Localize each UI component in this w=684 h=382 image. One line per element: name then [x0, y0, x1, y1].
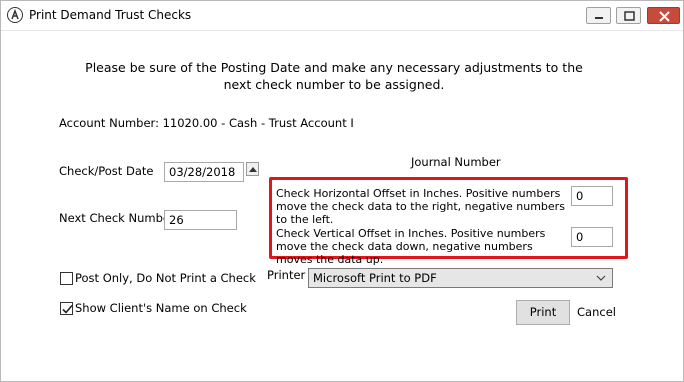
maximize-button[interactable]	[616, 7, 641, 24]
horizontal-offset-input[interactable]: 0	[571, 186, 613, 206]
maximize-icon	[624, 11, 635, 21]
printer-label: Printer	[267, 268, 306, 282]
window-title: Print Demand Trust Checks	[29, 8, 192, 22]
print-demand-trust-checks-dialog: Print Demand Trust Checks Please be sure…	[0, 0, 684, 382]
next-check-number-label: Next Check Number:	[59, 211, 179, 225]
cancel-button[interactable]: Cancel	[577, 305, 616, 319]
show-client-name-checkbox[interactable]	[60, 302, 73, 315]
post-only-label: Post Only, Do Not Print a Check	[75, 271, 256, 285]
horizontal-offset-label: Check Horizontal Offset in Inches. Posit…	[276, 187, 565, 226]
print-button[interactable]: Print	[516, 300, 570, 325]
check-post-date-label: Check/Post Date	[59, 164, 154, 178]
checkmark-icon	[62, 304, 73, 314]
printer-selected-value: Microsoft Print to PDF	[313, 271, 437, 285]
chevron-up-icon	[249, 167, 257, 172]
vertical-offset-label: Check Vertical Offset in Inches. Positiv…	[276, 227, 546, 266]
account-number-text: Account Number: 11020.00 - Cash - Trust …	[59, 116, 354, 130]
chevron-down-icon	[596, 275, 606, 281]
app-logo-icon	[7, 7, 23, 23]
instruction-text: Please be sure of the Posting Date and m…	[85, 60, 583, 92]
post-only-checkbox[interactable]	[60, 272, 73, 285]
close-icon	[659, 11, 670, 22]
next-check-number-input[interactable]: 26	[164, 210, 237, 230]
journal-number-label: Journal Number	[411, 155, 501, 169]
minimize-icon	[595, 17, 603, 19]
check-post-date-input[interactable]: 03/28/2018	[164, 162, 244, 182]
vertical-offset-input[interactable]: 0	[571, 227, 613, 247]
title-bar: Print Demand Trust Checks	[1, 1, 683, 31]
date-spin-button[interactable]	[246, 162, 259, 176]
show-client-name-label: Show Client's Name on Check	[75, 301, 247, 315]
minimize-button[interactable]	[586, 7, 611, 24]
close-button[interactable]	[647, 7, 680, 24]
printer-select[interactable]: Microsoft Print to PDF	[308, 268, 613, 288]
